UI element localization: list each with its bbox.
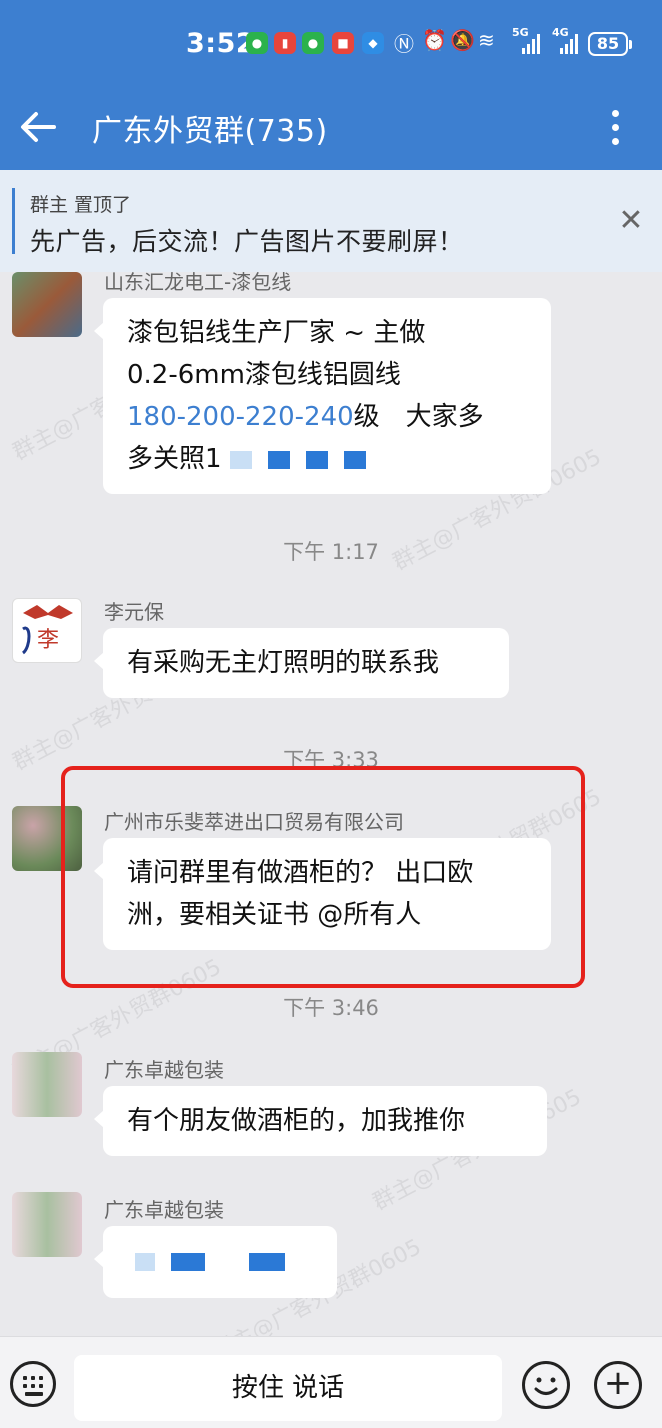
chat-title: 广东外贸群(735) xyxy=(92,114,328,149)
mute-icon: 🔕 xyxy=(450,28,475,52)
nfc-icon: Ⓝ xyxy=(394,32,414,56)
smile-icon xyxy=(534,1377,558,1395)
sender-name: 李元保 xyxy=(104,600,164,624)
app-header: 3:52 ● ▮ ● ■ ◆ Ⓝ ⏰ 🔕 ≋ 5G 4G 85 广东外贸群(73… xyxy=(0,0,662,170)
close-icon[interactable]: ✕ xyxy=(614,204,648,238)
pinned-owner-label: 群主 置顶了 xyxy=(30,194,132,216)
avatar[interactable]: 李 xyxy=(12,598,82,663)
message-bubble[interactable]: 有采购无主灯照明的联系我 xyxy=(94,628,509,698)
wechat-icon-2: ● xyxy=(302,32,324,54)
timestamp: 下午 1:17 xyxy=(283,540,379,564)
message-text: 有采购无主灯照明的联系我 xyxy=(127,648,440,678)
sender-name: 广东卓越包装 xyxy=(104,1058,224,1082)
avatar[interactable] xyxy=(12,1192,82,1257)
avatar[interactable] xyxy=(12,272,82,337)
highlight-box xyxy=(61,766,585,988)
message-line: 多关照1 xyxy=(127,438,527,480)
timestamp: 下午 3:46 xyxy=(283,996,379,1020)
keyboard-icon xyxy=(31,1384,35,1388)
phone-link[interactable]: 180-200-220-240 xyxy=(127,402,354,432)
message-app-icon: ■ xyxy=(332,32,354,54)
message-bubble[interactable]: 有个朋友做酒柜的，加我推你 xyxy=(94,1086,547,1156)
status-bar: 3:52 ● ▮ ● ■ ◆ Ⓝ ⏰ 🔕 ≋ 5G 4G 85 xyxy=(0,22,662,66)
more-dot-icon xyxy=(612,110,619,117)
wifi-icon: ≋ xyxy=(478,28,495,52)
message-bubble[interactable]: 漆包铝线生产厂家 ~ 主做 0.2-6mm漆包线铝圆线 180-200-220-… xyxy=(94,298,551,494)
more-dot-icon xyxy=(612,124,619,131)
battery-indicator: 85 xyxy=(588,32,632,56)
redacted-block xyxy=(229,450,252,469)
message-line: 0.2-6mm漆包线铝圆线 xyxy=(127,360,401,390)
more-options-button[interactable] xyxy=(596,104,636,150)
message-text: 有个朋友做酒柜的，加我推你 xyxy=(127,1106,466,1136)
pinned-announcement[interactable]: 群主 置顶了 先广告，后交流！广告图片不要刷屏！ ✕ xyxy=(0,170,662,272)
pinned-text: 先广告，后交流！广告图片不要刷屏！ xyxy=(30,227,464,256)
back-arrow-icon xyxy=(21,112,56,142)
message-text: 多关照1 xyxy=(127,444,222,474)
redacted-block xyxy=(135,1252,155,1271)
keyboard-icon xyxy=(31,1376,35,1380)
keyboard-toggle-button[interactable] xyxy=(10,1361,56,1407)
alarm-icon: ⏰ xyxy=(422,28,447,52)
message-line: 漆包铝线生产厂家 ~ 主做 xyxy=(127,318,426,348)
sender-name: 广东卓越包装 xyxy=(104,1198,224,1222)
more-dot-icon xyxy=(612,138,619,145)
redacted-block xyxy=(267,450,290,469)
more-actions-button[interactable]: + xyxy=(594,1361,642,1409)
signal-4g-icon xyxy=(560,32,578,54)
message-line: 180-200-220-240级 大家多 xyxy=(127,396,527,438)
redacted-block xyxy=(171,1252,205,1271)
redacted-block xyxy=(305,450,328,469)
wechat-icon: ● xyxy=(246,32,268,54)
back-button[interactable] xyxy=(16,104,62,150)
keyboard-icon xyxy=(39,1384,43,1388)
status-clock: 3:52 xyxy=(186,28,256,59)
pinned-accent-bar xyxy=(12,188,15,254)
redacted-block xyxy=(343,450,366,469)
input-bar: 按住 说话 + xyxy=(0,1336,662,1428)
chat-message-list[interactable]: 群主@广客外贸群0605 群主@广客外贸群0605 群主@广客外贸群0605 群… xyxy=(0,272,662,1336)
hold-to-talk-button[interactable]: 按住 说话 xyxy=(74,1355,502,1421)
keyboard-icon xyxy=(23,1384,27,1388)
emoji-button[interactable] xyxy=(522,1361,570,1409)
keyboard-icon xyxy=(39,1376,43,1380)
sender-name: 山东汇龙电工-漆包线 xyxy=(104,272,292,294)
keyboard-icon xyxy=(23,1376,27,1380)
signal-5g-icon xyxy=(522,32,540,54)
redacted-block xyxy=(249,1252,285,1271)
message-bubble[interactable] xyxy=(94,1226,337,1298)
app-notification-icon: ▮ xyxy=(274,32,296,54)
svg-text:李: 李 xyxy=(37,628,59,653)
message-text: 级 大家多 xyxy=(353,402,484,432)
bird-app-icon: ◆ xyxy=(362,32,384,54)
plus-icon: + xyxy=(603,1363,633,1403)
avatar-image: 李 xyxy=(21,605,73,655)
avatar[interactable] xyxy=(12,1052,82,1117)
keyboard-icon xyxy=(25,1392,43,1396)
